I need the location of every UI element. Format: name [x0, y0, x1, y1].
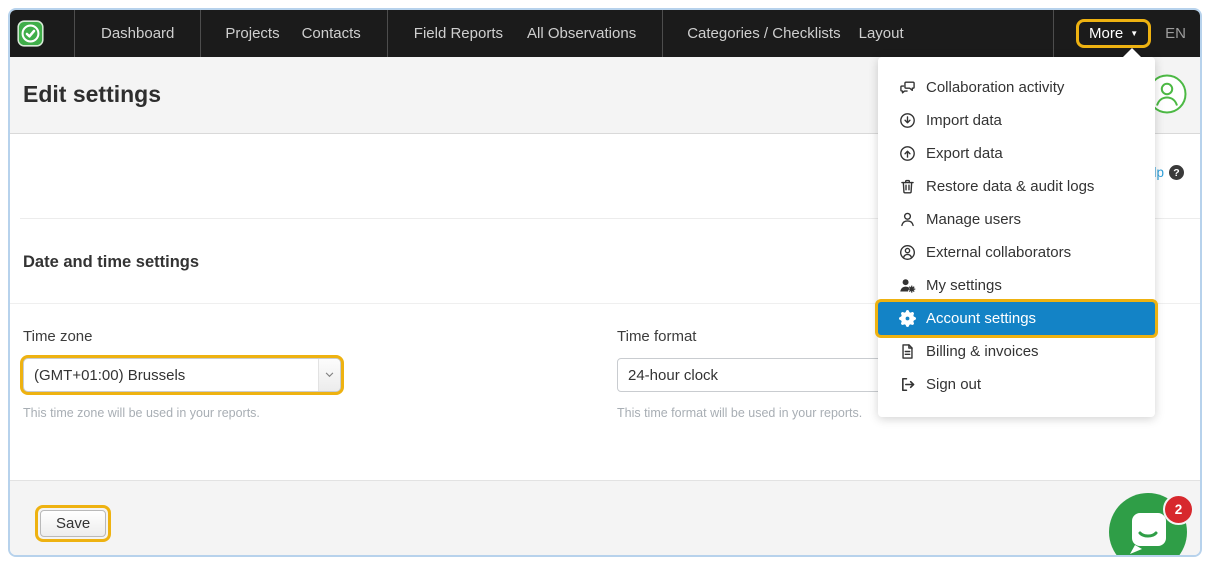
- menu-item-restore-data[interactable]: Restore data & audit logs: [878, 170, 1155, 203]
- screenshot: Dashboard Projects Contacts Field Report…: [0, 0, 1210, 565]
- menu-item-label: Sign out: [926, 376, 981, 393]
- time-zone-value: (GMT+01:00) Brussels: [34, 367, 185, 384]
- save-button[interactable]: Save: [40, 510, 106, 537]
- menu-item-account-settings[interactable]: Account settings: [878, 302, 1155, 335]
- menu-item-label: Account settings: [926, 310, 1036, 327]
- trash-icon: [899, 178, 916, 195]
- menu-item-label: External collaborators: [926, 244, 1071, 261]
- chat-bubbles-icon: [899, 79, 916, 96]
- more-dropdown-menu: Collaboration activity Import data Expor…: [878, 57, 1155, 417]
- menu-item-label: Restore data & audit logs: [926, 178, 1094, 195]
- chevron-down-icon: [318, 359, 340, 391]
- nav-item-layout[interactable]: Layout: [859, 25, 904, 42]
- app-logo-icon[interactable]: [17, 20, 44, 47]
- menu-item-label: My settings: [926, 277, 1002, 294]
- more-menu-label: More: [1089, 25, 1123, 42]
- page-title: Edit settings: [23, 81, 161, 108]
- gear-icon: [899, 310, 916, 327]
- menu-item-my-settings[interactable]: My settings: [878, 269, 1155, 302]
- menu-item-sign-out[interactable]: Sign out: [878, 368, 1155, 401]
- menu-item-export-data[interactable]: Export data: [878, 137, 1155, 170]
- menu-item-billing-invoices[interactable]: Billing & invoices: [878, 335, 1155, 368]
- menu-item-label: Export data: [926, 145, 1003, 162]
- form-footer: Save: [10, 480, 1200, 555]
- nav-divider: [387, 10, 388, 57]
- export-icon: [899, 145, 916, 162]
- import-icon: [899, 112, 916, 129]
- nav-item-contacts[interactable]: Contacts: [302, 25, 361, 42]
- top-nav: Dashboard Projects Contacts Field Report…: [10, 10, 1200, 57]
- nav-divider: [1053, 10, 1054, 57]
- menu-item-label: Import data: [926, 112, 1002, 129]
- section-title: Date and time settings: [23, 253, 199, 272]
- menu-item-collaboration-activity[interactable]: Collaboration activity: [878, 71, 1155, 104]
- time-zone-select[interactable]: (GMT+01:00) Brussels: [23, 358, 341, 392]
- nav-item-field-reports[interactable]: Field Reports: [414, 25, 503, 42]
- nav-item-categories-checklists[interactable]: Categories / Checklists: [687, 25, 840, 42]
- time-zone-helper-text: This time zone will be used in your repo…: [23, 406, 341, 420]
- save-button-highlight: Save: [35, 505, 111, 542]
- nav-item-all-observations[interactable]: All Observations: [527, 25, 636, 42]
- person-gear-icon: [899, 277, 916, 294]
- question-mark-icon: ?: [1169, 165, 1184, 180]
- menu-item-label: Collaboration activity: [926, 79, 1064, 96]
- caret-down-icon: ▼: [1130, 30, 1138, 38]
- nav-divider: [74, 10, 75, 57]
- sign-out-icon: [899, 376, 916, 393]
- nav-item-projects[interactable]: Projects: [225, 25, 279, 42]
- menu-item-label: Billing & invoices: [926, 343, 1039, 360]
- time-format-value: 24-hour clock: [628, 367, 718, 384]
- more-menu-button[interactable]: More ▼: [1076, 19, 1151, 48]
- language-selector[interactable]: EN: [1165, 25, 1186, 42]
- menu-item-external-collaborators[interactable]: External collaborators: [878, 236, 1155, 269]
- nav-item-dashboard[interactable]: Dashboard: [101, 25, 174, 42]
- menu-item-import-data[interactable]: Import data: [878, 104, 1155, 137]
- person-icon: [899, 211, 916, 228]
- document-icon: [899, 343, 916, 360]
- time-zone-field: Time zone (GMT+01:00) Brussels This time…: [23, 328, 341, 420]
- nav-divider: [200, 10, 201, 57]
- app-window: Dashboard Projects Contacts Field Report…: [8, 8, 1202, 557]
- person-circle-icon: [899, 244, 916, 261]
- nav-divider: [662, 10, 663, 57]
- menu-item-label: Manage users: [926, 211, 1021, 228]
- time-zone-label: Time zone: [23, 328, 341, 345]
- chat-notification-badge: 2: [1163, 494, 1194, 525]
- menu-item-manage-users[interactable]: Manage users: [878, 203, 1155, 236]
